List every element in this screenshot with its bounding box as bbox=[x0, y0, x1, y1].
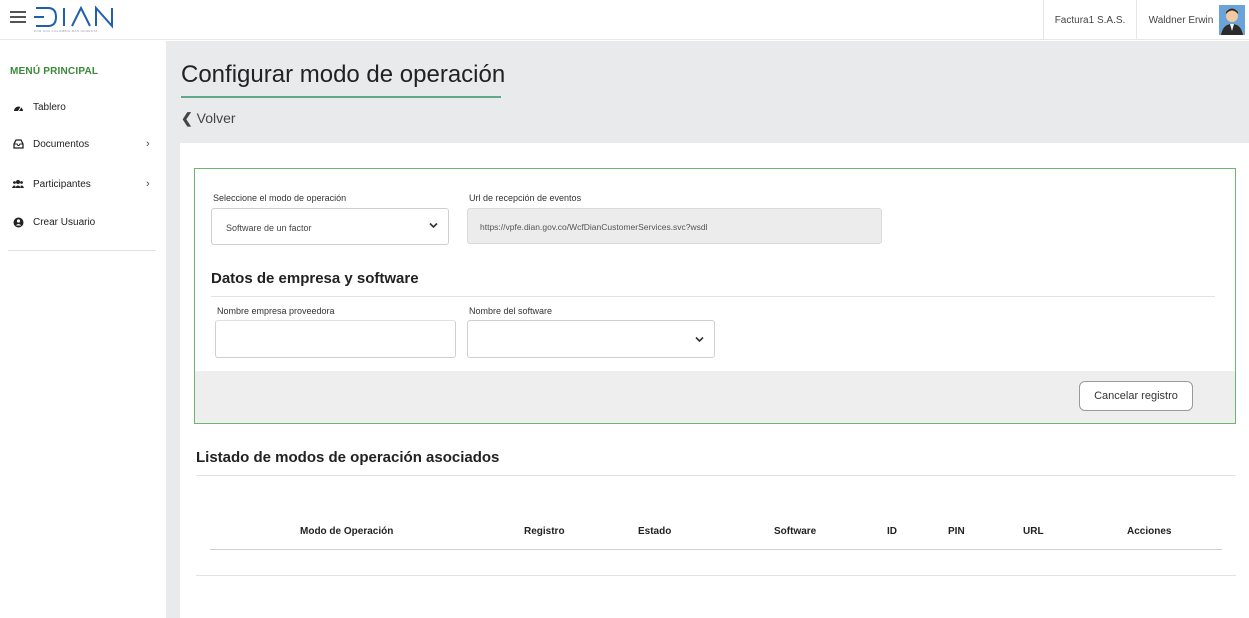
sidebar-item-label: Documentos bbox=[33, 138, 90, 150]
provider-label: Nombre empresa proveedora bbox=[217, 306, 335, 316]
back-label: Volver bbox=[196, 110, 236, 126]
chevron-down-icon bbox=[429, 221, 438, 231]
sidebar-divider bbox=[8, 250, 156, 251]
avatar[interactable] bbox=[1219, 5, 1245, 35]
dashboard-icon bbox=[12, 101, 24, 113]
list-title-divider bbox=[196, 475, 1236, 476]
column-header: ID bbox=[887, 526, 897, 537]
section-divider bbox=[211, 296, 1215, 297]
hamburger-menu-icon[interactable] bbox=[10, 11, 26, 25]
chevron-right-icon: › bbox=[146, 138, 150, 150]
sidebar-item-documentos[interactable]: Documentos › bbox=[0, 130, 166, 158]
table-bottom-divider bbox=[196, 575, 1236, 576]
chevron-left-icon: ❮ bbox=[181, 110, 193, 126]
user-name[interactable]: Waldner Erwin bbox=[1148, 0, 1214, 40]
sidebar-title: MENÚ PRINCIPAL bbox=[10, 66, 99, 77]
form-footer: Cancelar registro bbox=[195, 371, 1235, 423]
sidebar-item-tablero[interactable]: Tablero bbox=[0, 93, 166, 121]
content-card: Seleccione el modo de operación Software… bbox=[180, 143, 1249, 618]
sidebar-item-crear-usuario[interactable]: Crear Usuario bbox=[0, 208, 166, 236]
cancel-registration-button[interactable]: Cancelar registro bbox=[1079, 381, 1193, 411]
operation-mode-select[interactable]: Software de un factor bbox=[211, 208, 449, 245]
table-header-divider bbox=[210, 549, 1222, 550]
user-circle-icon bbox=[12, 216, 24, 228]
chevron-right-icon: › bbox=[146, 178, 150, 190]
sidebar-item-participantes[interactable]: Participantes › bbox=[0, 170, 166, 198]
title-underline bbox=[181, 96, 501, 98]
column-header: Acciones bbox=[1127, 526, 1172, 537]
column-header: Modo de Operación bbox=[300, 526, 394, 537]
column-header: Estado bbox=[638, 526, 672, 537]
users-icon bbox=[12, 178, 24, 190]
sidebar: MENÚ PRINCIPAL Tablero Documentos › Part… bbox=[0, 41, 166, 618]
logo-tagline: POR UNA COLOMBIA MÁS HONESTA bbox=[34, 29, 98, 33]
top-bar: POR UNA COLOMBIA MÁS HONESTA Factura1 S.… bbox=[0, 0, 1249, 40]
mode-label: Seleccione el modo de operación bbox=[213, 193, 347, 203]
column-header: Registro bbox=[524, 526, 565, 537]
provider-name-input[interactable] bbox=[215, 320, 456, 358]
chevron-down-icon bbox=[695, 335, 704, 345]
software-select[interactable] bbox=[467, 320, 715, 358]
url-value: https://vpfe.dian.gov.co/WcfDianCustomer… bbox=[480, 222, 708, 232]
dian-logo-mark bbox=[34, 5, 113, 29]
url-field[interactable]: https://vpfe.dian.gov.co/WcfDianCustomer… bbox=[467, 208, 882, 244]
dian-logo[interactable]: POR UNA COLOMBIA MÁS HONESTA bbox=[34, 5, 118, 35]
sidebar-item-label: Crear Usuario bbox=[33, 216, 96, 228]
column-header: URL bbox=[1023, 526, 1044, 537]
company-selector[interactable]: Factura1 S.A.S. bbox=[1043, 0, 1137, 40]
sidebar-item-label: Participantes bbox=[33, 178, 91, 190]
operation-mode-value: Software de un factor bbox=[226, 223, 312, 233]
section-title: Datos de empresa y software bbox=[211, 270, 419, 287]
sidebar-item-label: Tablero bbox=[33, 101, 66, 113]
page-title: Configurar modo de operación bbox=[181, 61, 506, 88]
list-title: Listado de modos de operación asociados bbox=[196, 449, 500, 466]
main-content: Configurar modo de operación ❮ Volver Se… bbox=[166, 41, 1249, 618]
user-avatar-icon bbox=[1219, 5, 1245, 35]
column-header: Software bbox=[774, 526, 817, 537]
url-label: Url de recepción de eventos bbox=[469, 193, 582, 203]
inbox-icon bbox=[12, 138, 24, 150]
software-label: Nombre del software bbox=[469, 306, 553, 316]
back-link[interactable]: ❮ Volver bbox=[181, 110, 236, 127]
column-header: PIN bbox=[948, 526, 965, 537]
operation-mode-form: Seleccione el modo de operación Software… bbox=[194, 168, 1236, 424]
